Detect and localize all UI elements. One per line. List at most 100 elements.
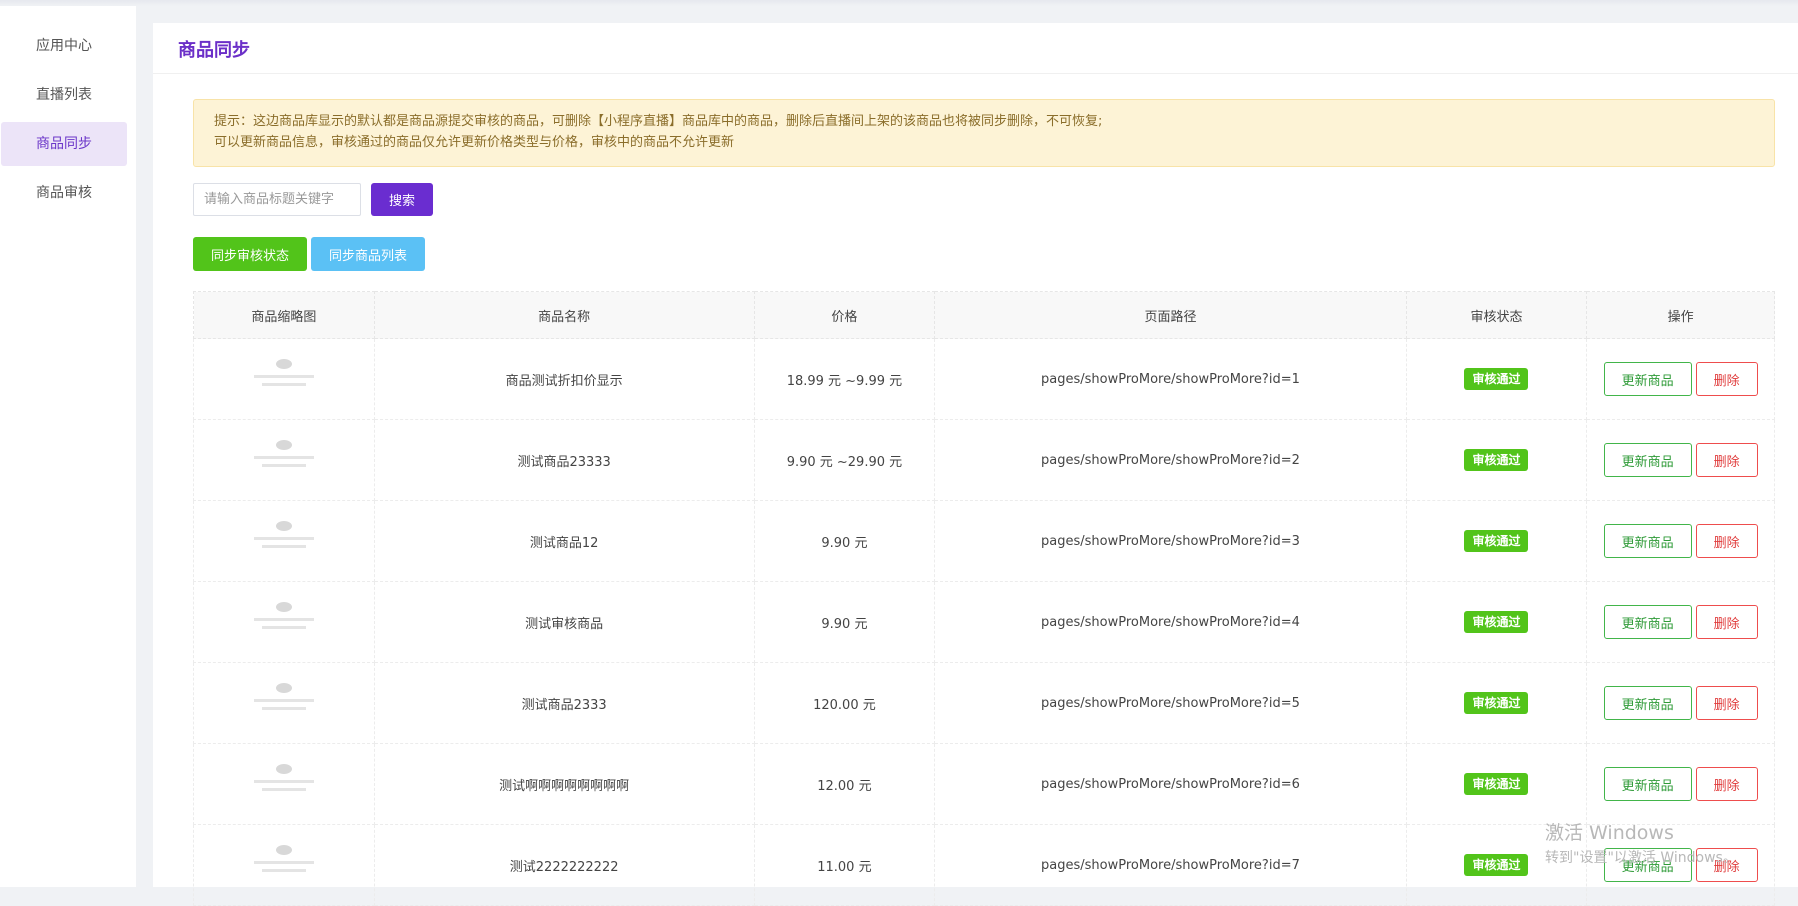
table-row: 测试商品12 9.90 元 pages/showProMore/showProM… — [193, 500, 1775, 582]
col-header-thumbnail: 商品缩略图 — [193, 291, 375, 339]
update-product-button[interactable]: 更新商品 — [1603, 605, 1692, 639]
product-price: 12.00 元 — [753, 743, 936, 825]
status-badge: 审核通过 — [1464, 368, 1529, 390]
product-price: 9.90 元 — [753, 500, 936, 582]
update-product-button[interactable]: 更新商品 — [1603, 443, 1692, 477]
product-path: pages/showProMore/showProMore?id=2 — [934, 419, 1407, 501]
wechat-icon — [275, 359, 292, 369]
update-product-button[interactable]: 更新商品 — [1603, 524, 1692, 558]
product-price: 120.00 元 — [753, 662, 936, 744]
status-badge: 审核通过 — [1464, 854, 1529, 876]
actions-cell: 更新商品 删除 — [1586, 419, 1775, 501]
status-badge: 审核通过 — [1464, 449, 1529, 471]
product-thumbnail — [248, 355, 320, 399]
thumbnail-cell — [193, 824, 375, 906]
col-header-price: 价格 — [753, 291, 936, 339]
delete-product-button[interactable]: 删除 — [1695, 605, 1758, 639]
table-row: 测试审核商品 9.90 元 pages/showProMore/showProM… — [193, 581, 1775, 663]
product-path: pages/showProMore/showProMore?id=6 — [934, 743, 1407, 825]
status-cell: 审核通过 — [1405, 419, 1588, 501]
update-product-button[interactable]: 更新商品 — [1603, 362, 1692, 396]
update-product-button[interactable]: 更新商品 — [1603, 767, 1692, 801]
product-table: 商品缩略图 商品名称 价格 页面路径 审核状态 操作 商品测试折扣价显示 18.… — [193, 291, 1775, 906]
delete-product-button[interactable]: 删除 — [1695, 686, 1758, 720]
product-price: 18.99 元 ~9.99 元 — [753, 338, 936, 420]
delete-product-button[interactable]: 删除 — [1695, 848, 1758, 882]
thumbnail-cell — [193, 419, 375, 501]
wechat-icon — [275, 683, 292, 693]
sidebar-item-app-center[interactable]: 应用中心 — [1, 24, 127, 68]
status-cell: 审核通过 — [1405, 743, 1588, 825]
thumbnail-cell — [193, 743, 375, 825]
status-cell: 审核通过 — [1405, 581, 1588, 663]
thumbnail-cell — [193, 338, 375, 420]
status-cell: 审核通过 — [1405, 662, 1588, 744]
sync-product-list-button[interactable]: 同步商品列表 — [311, 237, 425, 271]
actions-cell: 更新商品 删除 — [1586, 581, 1775, 663]
table-row: 测试商品2333 120.00 元 pages/showProMore/show… — [193, 662, 1775, 744]
page-title: 商品同步 — [178, 40, 250, 61]
product-price: 9.90 元 — [753, 581, 936, 663]
product-price: 11.00 元 — [753, 824, 936, 906]
product-thumbnail — [248, 760, 320, 804]
status-cell: 审核通过 — [1405, 824, 1588, 906]
product-name: 商品测试折扣价显示 — [373, 338, 755, 420]
wechat-icon — [275, 521, 292, 531]
actions-cell: 更新商品 删除 — [1586, 743, 1775, 825]
status-cell: 审核通过 — [1405, 500, 1588, 582]
product-path: pages/showProMore/showProMore?id=5 — [934, 662, 1407, 744]
sidebar-item-live-list[interactable]: 直播列表 — [1, 73, 127, 117]
actions-cell: 更新商品 删除 — [1586, 500, 1775, 582]
product-thumbnail — [248, 598, 320, 642]
wechat-icon — [275, 764, 292, 774]
product-thumbnail — [248, 841, 320, 885]
sync-review-status-button[interactable]: 同步审核状态 — [193, 237, 307, 271]
search-button[interactable]: 搜索 — [371, 183, 433, 216]
product-path: pages/showProMore/showProMore?id=3 — [934, 500, 1407, 582]
update-product-button[interactable]: 更新商品 — [1603, 686, 1692, 720]
tip-line-2: 可以更新商品信息，审核通过的商品仅允许更新价格类型与价格，审核中的商品不允许更新 — [214, 135, 735, 150]
product-name: 测试2222222222 — [373, 824, 755, 906]
status-badge: 审核通过 — [1464, 611, 1529, 633]
table-row: 商品测试折扣价显示 18.99 元 ~9.99 元 pages/showProM… — [193, 338, 1775, 420]
product-name: 测试审核商品 — [373, 581, 755, 663]
product-name: 测试商品23333 — [373, 419, 755, 501]
sidebar-item-product-sync[interactable]: 商品同步 — [1, 122, 127, 166]
product-name: 测试啊啊啊啊啊啊啊啊 — [373, 743, 755, 825]
delete-product-button[interactable]: 删除 — [1695, 443, 1758, 477]
status-badge: 审核通过 — [1464, 692, 1529, 714]
delete-product-button[interactable]: 删除 — [1695, 767, 1758, 801]
actions-cell: 更新商品 删除 — [1586, 824, 1775, 906]
delete-product-button[interactable]: 删除 — [1695, 524, 1758, 558]
thumbnail-cell — [193, 500, 375, 582]
product-name: 测试商品12 — [373, 500, 755, 582]
tip-alert: 提示：这边商品库显示的默认都是商品源提交审核的商品，可删除【小程序直播】商品库中… — [193, 99, 1775, 167]
wechat-icon — [275, 845, 292, 855]
col-header-actions: 操作 — [1586, 291, 1775, 339]
actions-cell: 更新商品 删除 — [1586, 338, 1775, 420]
table-row: 测试啊啊啊啊啊啊啊啊 12.00 元 pages/showProMore/sho… — [193, 743, 1775, 825]
tip-line-1: 提示：这边商品库显示的默认都是商品源提交审核的商品，可删除【小程序直播】商品库中… — [214, 114, 1103, 129]
table-header-row: 商品缩略图 商品名称 价格 页面路径 审核状态 操作 — [193, 291, 1775, 339]
table-row: 测试商品23333 9.90 元 ~29.90 元 pages/showProM… — [193, 419, 1775, 501]
status-badge: 审核通过 — [1464, 773, 1529, 795]
col-header-status: 审核状态 — [1405, 291, 1588, 339]
title-divider — [153, 73, 1798, 74]
search-input[interactable] — [193, 183, 361, 216]
table-row: 测试2222222222 11.00 元 pages/showProMore/s… — [193, 824, 1775, 906]
delete-product-button[interactable]: 删除 — [1695, 362, 1758, 396]
thumbnail-cell — [193, 581, 375, 663]
wechat-icon — [275, 440, 292, 450]
sidebar: 应用中心 直播列表 商品同步 商品审核 — [0, 6, 136, 887]
product-thumbnail — [248, 679, 320, 723]
product-path: pages/showProMore/showProMore?id=4 — [934, 581, 1407, 663]
col-header-path: 页面路径 — [934, 291, 1407, 339]
sidebar-item-product-review[interactable]: 商品审核 — [1, 171, 127, 215]
product-path: pages/showProMore/showProMore?id=1 — [934, 338, 1407, 420]
product-price: 9.90 元 ~29.90 元 — [753, 419, 936, 501]
update-product-button[interactable]: 更新商品 — [1603, 848, 1692, 882]
col-header-name: 商品名称 — [373, 291, 755, 339]
actions-cell: 更新商品 删除 — [1586, 662, 1775, 744]
status-cell: 审核通过 — [1405, 338, 1588, 420]
main-panel: 商品同步 提示：这边商品库显示的默认都是商品源提交审核的商品，可删除【小程序直播… — [153, 23, 1798, 906]
